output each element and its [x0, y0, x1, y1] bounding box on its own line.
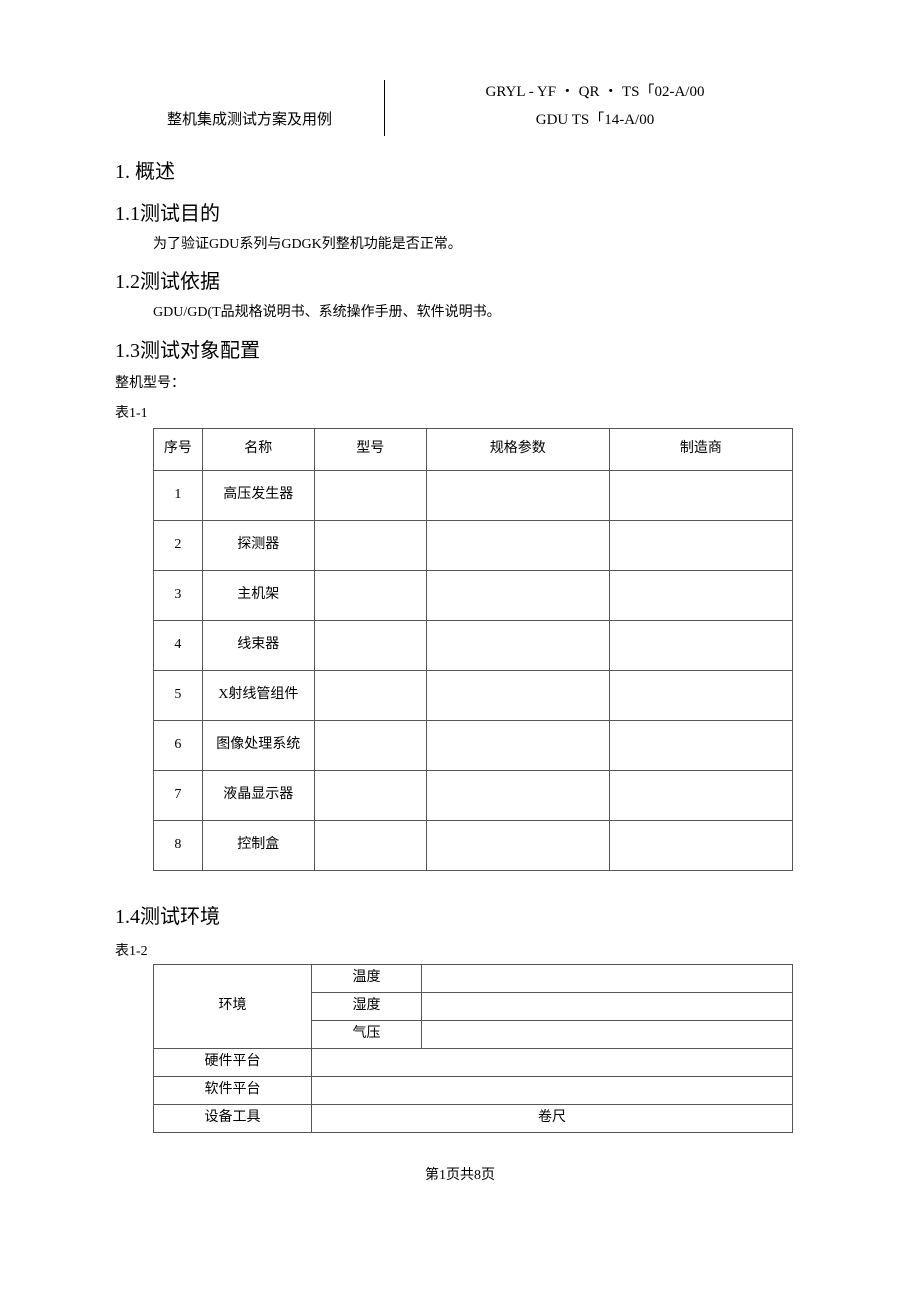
cell-env-val: [422, 964, 793, 992]
label-machine-model: 整机型号：: [115, 373, 805, 395]
cell-seq: 5: [154, 670, 203, 720]
th-model: 型号: [314, 428, 426, 470]
cell-mfr: [609, 720, 792, 770]
cell-spec: [426, 720, 609, 770]
cell-model: [314, 670, 426, 720]
th-spec: 规格参数: [426, 428, 609, 470]
cell-model: [314, 820, 426, 870]
cell-mfr: [609, 620, 792, 670]
cell-name: 图像处理系统: [202, 720, 314, 770]
cell-env-label: 环境: [154, 964, 312, 1048]
cell-name: 控制盒: [202, 820, 314, 870]
cell-spec: [426, 570, 609, 620]
cell-seq: 7: [154, 770, 203, 820]
table-row: 4线束器: [154, 620, 793, 670]
cell-spec: [426, 470, 609, 520]
table-row: 7液晶显示器: [154, 770, 793, 820]
cell-model: [314, 570, 426, 620]
cell-name: 液晶显示器: [202, 770, 314, 820]
table-row: 6图像处理系统: [154, 720, 793, 770]
cell-spec: [426, 820, 609, 870]
header-code-1: GRYL - YF ・ QR ・ TS「02-A/00: [385, 80, 805, 104]
table-row: 硬件平台: [154, 1048, 793, 1076]
cell-spec: [426, 670, 609, 720]
heading-1-4-env: 1.4测试环境: [115, 901, 805, 933]
cell-seq: 6: [154, 720, 203, 770]
heading-1-1-purpose: 1.1测试目的: [115, 198, 805, 230]
cell-mfr: [609, 470, 792, 520]
table-row: 1高压发生器: [154, 470, 793, 520]
cell-name: 探测器: [202, 520, 314, 570]
cell-env-val: [422, 992, 793, 1020]
cell-name: 高压发生器: [202, 470, 314, 520]
cell-model: [314, 620, 426, 670]
cell-value: [312, 1048, 793, 1076]
table-row: 3主机架: [154, 570, 793, 620]
cell-spec: [426, 520, 609, 570]
header-code-2: GDU TS「14-A/00: [385, 108, 805, 132]
cell-env-sub: 湿度: [312, 992, 422, 1020]
cell-mfr: [609, 770, 792, 820]
heading-1-3-config: 1.3测试对象配置: [115, 335, 805, 367]
cell-name: 线束器: [202, 620, 314, 670]
table-1-1: 序号 名称 型号 规格参数 制造商 1高压发生器 2探测器 3主机架 4线束器 …: [153, 428, 793, 871]
table-row: 软件平台: [154, 1076, 793, 1104]
body-1-1: 为了验证GDU系列与GDGK列整机功能是否正常。: [153, 234, 805, 256]
cell-model: [314, 470, 426, 520]
table-row: 环境 温度: [154, 964, 793, 992]
th-seq: 序号: [154, 428, 203, 470]
table-row: 2探测器: [154, 520, 793, 570]
header-left-title: 整机集成测试方案及用例: [115, 80, 385, 136]
header-right: GRYL - YF ・ QR ・ TS「02-A/00 GDU TS「14-A/…: [385, 80, 805, 136]
cell-spec: [426, 620, 609, 670]
th-mfr: 制造商: [609, 428, 792, 470]
cell-mfr: [609, 820, 792, 870]
cell-spec: [426, 770, 609, 820]
cell-model: [314, 720, 426, 770]
cell-name: 主机架: [202, 570, 314, 620]
cell-model: [314, 770, 426, 820]
cell-model: [314, 520, 426, 570]
body-1-2: GDU/GD(T品规格说明书、系统操作手册、软件说明书。: [153, 302, 805, 324]
cell-seq: 1: [154, 470, 203, 520]
table-row: 8控制盒: [154, 820, 793, 870]
cell-seq: 4: [154, 620, 203, 670]
cell-seq: 2: [154, 520, 203, 570]
heading-1-overview: 1. 概述: [115, 156, 805, 188]
cell-seq: 3: [154, 570, 203, 620]
page-header: 整机集成测试方案及用例 GRYL - YF ・ QR ・ TS「02-A/00 …: [115, 80, 805, 136]
table-row: 设备工具 卷尺: [154, 1104, 793, 1132]
cell-name: X射线管组件: [202, 670, 314, 720]
cell-mfr: [609, 570, 792, 620]
cell-mfr: [609, 670, 792, 720]
table-1-1-caption: 表1-1: [115, 403, 805, 425]
table-1-1-header-row: 序号 名称 型号 规格参数 制造商: [154, 428, 793, 470]
cell-env-sub: 温度: [312, 964, 422, 992]
cell-label: 软件平台: [154, 1076, 312, 1104]
th-name: 名称: [202, 428, 314, 470]
cell-mfr: [609, 520, 792, 570]
cell-env-sub: 气压: [312, 1020, 422, 1048]
table-row: 5X射线管组件: [154, 670, 793, 720]
cell-label: 硬件平台: [154, 1048, 312, 1076]
heading-1-2-basis: 1.2测试依据: [115, 266, 805, 298]
cell-value: 卷尺: [312, 1104, 793, 1132]
cell-seq: 8: [154, 820, 203, 870]
cell-value: [312, 1076, 793, 1104]
cell-label: 设备工具: [154, 1104, 312, 1132]
cell-env-val: [422, 1020, 793, 1048]
table-1-2: 环境 温度 湿度 气压 硬件平台 软件平台 设备工具 卷尺: [153, 964, 793, 1133]
page-footer: 第1页共8页: [115, 1165, 805, 1187]
table-1-2-caption: 表1-2: [115, 941, 805, 963]
